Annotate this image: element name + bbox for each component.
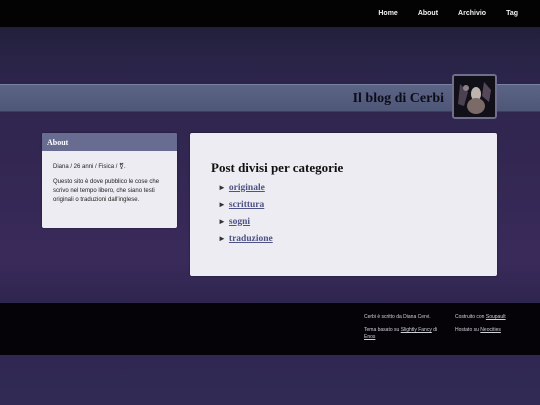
about-widget-heading: About: [42, 133, 177, 151]
category-link-scrittura[interactable]: scrittura: [229, 200, 264, 210]
footer-theme-author-link[interactable]: Enos: [364, 334, 375, 340]
nav-archivio-link[interactable]: Archivio: [448, 10, 496, 17]
footer-theme-prefix: Tema basato su: [364, 327, 400, 333]
nav-about-link[interactable]: About: [408, 10, 448, 17]
footer-built-with: Costruito con Soupault: [455, 314, 535, 321]
site-footer: Cerbi è scritto da Diana Cervi. Tema bas…: [0, 303, 540, 355]
footer-theme-credit: Tema basato su Slightly Fancy di Enos: [364, 327, 444, 341]
triangle-right-icon: ►: [218, 234, 226, 243]
footer-built-prefix: Costruito con: [455, 314, 485, 320]
footer-hosted-on: Hostato su Neocities: [455, 327, 535, 334]
footer-credit-left: Cerbi è scritto da Diana Cervi. Tema bas…: [364, 314, 444, 341]
about-widget: About Diana / 26 anni / Fisica / ⚧. Ques…: [42, 133, 177, 228]
list-item: ► sogni: [218, 213, 273, 230]
nav-home-link[interactable]: Home: [368, 10, 407, 17]
list-item: ► scrittura: [218, 196, 273, 213]
category-link-originale[interactable]: originale: [229, 183, 265, 193]
top-navigation: Home About Archivio Tag: [0, 0, 540, 27]
about-widget-body: Diana / 26 anni / Fisica / ⚧. Questo sit…: [42, 151, 177, 205]
about-description: Questo sito è dove pubblico le cose che …: [53, 179, 160, 203]
list-item: ► originale: [218, 179, 273, 196]
category-list: ► originale ► scrittura ► sogni ► traduz…: [218, 179, 273, 247]
main-content-card: Post divisi per categorie ► originale ► …: [190, 133, 497, 276]
nav-tag-link[interactable]: Tag: [496, 10, 528, 17]
footer-written-by: Cerbi è scritto da Diana Cervi.: [364, 314, 431, 320]
category-link-sogni[interactable]: sogni: [229, 217, 250, 227]
footer-credit-right: Costruito con Soupault Hostato su Neocit…: [455, 314, 535, 334]
page-title: Post divisi per categorie: [211, 160, 344, 175]
footer-theme-link[interactable]: Slightly Fancy: [401, 327, 432, 333]
avatar: [452, 74, 497, 119]
list-item: ► traduzione: [218, 230, 273, 247]
avatar-image-icon: [454, 76, 495, 117]
triangle-right-icon: ►: [218, 200, 226, 209]
site-title[interactable]: Il blog di Cerbi: [353, 91, 444, 107]
about-bio-line: Diana / 26 anni / Fisica / ⚧.: [53, 164, 126, 170]
footer-neocities-link[interactable]: Neocities: [480, 327, 501, 333]
footer-hosted-prefix: Hostato su: [455, 327, 479, 333]
triangle-right-icon: ►: [218, 183, 226, 192]
footer-theme-mid: di: [433, 327, 438, 333]
triangle-right-icon: ►: [218, 217, 226, 226]
category-link-traduzione[interactable]: traduzione: [229, 234, 273, 244]
footer-soupault-link[interactable]: Soupault: [486, 314, 506, 320]
